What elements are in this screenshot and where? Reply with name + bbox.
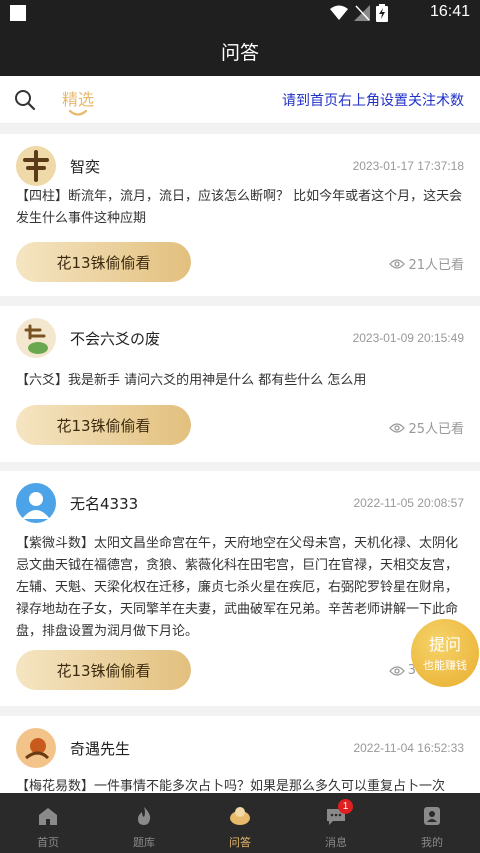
- app-header: 问答: [0, 26, 480, 76]
- eye-icon: [388, 665, 405, 676]
- avatar-image: [23, 150, 49, 182]
- qa-icon: [230, 807, 250, 825]
- follow-notice[interactable]: 请到首页右上角设置关注术数: [282, 90, 464, 110]
- tab-featured[interactable]: 精选: [62, 86, 94, 110]
- question-text[interactable]: 【六爻】我是新手 请问六爻的用神是什么 都有些什么 怎么用: [16, 370, 464, 392]
- post-time: 2022-11-05 20:08:57: [353, 496, 464, 510]
- avatar-image: [24, 324, 48, 354]
- peek-button[interactable]: 花13铢偷偷看: [16, 242, 191, 282]
- eye-icon: [389, 258, 406, 269]
- bottom-nav: 首页 题库 问答 消息 我的: [0, 793, 480, 853]
- post-card[interactable]: 不会六爻の废 2023-01-09 20:15:49 【六爻】我是新手 请问六爻…: [0, 306, 480, 462]
- post-card[interactable]: 奇遇先生 2022-11-04 16:52:33 【梅花易数】一件事情不能多次占…: [0, 716, 480, 793]
- ask-question-button[interactable]: 提问 也能赚钱: [411, 619, 479, 687]
- post-time: 2022-11-04 16:52:33: [353, 741, 464, 755]
- view-count: 25人已看: [389, 418, 464, 437]
- eye-icon: [389, 422, 406, 433]
- no-signal-icon: [354, 5, 370, 21]
- view-count-label: 25人已看: [408, 422, 464, 437]
- avatar[interactable]: [16, 318, 56, 358]
- ask-label: 提问: [428, 635, 461, 654]
- peek-button[interactable]: 花13铢偷偷看: [16, 650, 191, 690]
- home-icon: [39, 808, 57, 825]
- nav-question-bank[interactable]: 题库: [96, 793, 192, 853]
- nav-profile[interactable]: 我的: [384, 793, 480, 853]
- peek-button[interactable]: 花13铢偷偷看: [16, 405, 191, 445]
- username[interactable]: 无名4333: [70, 493, 138, 514]
- notification-icon: [10, 5, 26, 21]
- question-text[interactable]: 【紫微斗数】太阳文昌坐命宫在午，天府地空在父母未宫，天机化禄、太阴化忌文曲天钺在…: [16, 533, 464, 643]
- nav-messages-label: 消息: [325, 836, 347, 849]
- post-card[interactable]: 智奕 2023-01-17 17:37:18 【四柱】断流年，流月，流日，应该怎…: [0, 134, 480, 296]
- avatar[interactable]: [16, 483, 56, 523]
- avatar[interactable]: [16, 146, 56, 186]
- post-time: 2023-01-17 17:37:18: [352, 159, 464, 173]
- default-avatar-icon: [22, 492, 50, 519]
- post-time: 2023-01-09 20:15:49: [352, 331, 464, 345]
- status-bar: 16:41: [0, 0, 480, 26]
- question-text[interactable]: 【四柱】断流年，流月，流日，应该怎么断啊？ 比如今年或者这个月，这天会发生什么事…: [16, 186, 464, 230]
- avatar-image: [25, 738, 50, 760]
- page-title: 问答: [220, 42, 259, 64]
- nav-profile-label: 我的: [421, 836, 443, 849]
- status-time: 16:41: [429, 3, 470, 20]
- message-badge: 1: [338, 799, 353, 814]
- username[interactable]: 智奕: [70, 156, 100, 177]
- search-icon[interactable]: [14, 89, 36, 111]
- user-icon: [424, 807, 440, 825]
- earn-label: 也能赚钱: [423, 659, 467, 672]
- nav-qa-label: 问答: [229, 836, 251, 849]
- flame-icon: [138, 807, 151, 825]
- nav-messages[interactable]: 消息: [288, 793, 384, 853]
- battery-charging-icon: [376, 4, 388, 22]
- avatar[interactable]: [16, 728, 56, 768]
- sub-toolbar: 精选 请到首页右上角设置关注术数: [0, 76, 480, 124]
- nav-qa[interactable]: 问答: [192, 793, 288, 853]
- wifi-icon: [330, 5, 348, 20]
- question-text[interactable]: 【梅花易数】一件事情不能多次占卜吗？如果是那么多久可以重复占卜一次: [16, 776, 464, 793]
- nav-home[interactable]: 首页: [0, 793, 96, 853]
- view-count: 21人已看: [389, 254, 464, 273]
- nav-home-label: 首页: [37, 836, 59, 849]
- view-count-label: 21人已看: [408, 258, 464, 273]
- username[interactable]: 奇遇先生: [70, 738, 130, 759]
- username[interactable]: 不会六爻の废: [70, 328, 160, 349]
- nav-question-bank-label: 题库: [133, 836, 155, 849]
- post-card[interactable]: 无名4333 2022-11-05 20:08:57 【紫微斗数】太阳文昌坐命宫…: [0, 471, 480, 706]
- tab-indicator: [68, 109, 88, 116]
